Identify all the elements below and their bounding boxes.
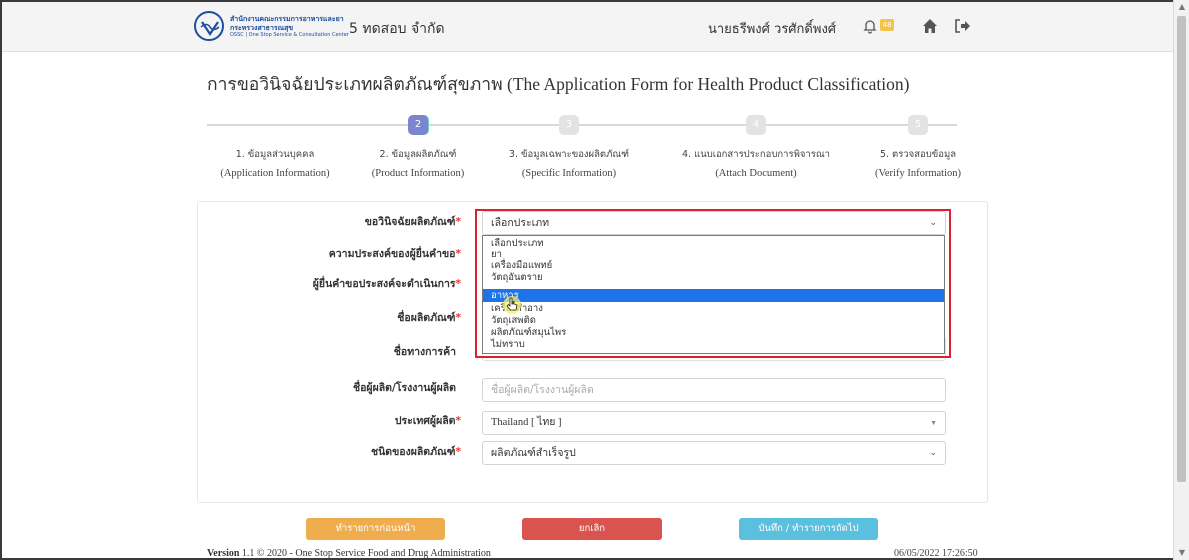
save-next-button[interactable]: บันทึก / ทำรายการถัดไป	[739, 518, 878, 540]
step-4-label-en: (Attach Document)	[715, 168, 797, 179]
vertical-scrollbar[interactable]: ▲ ▼	[1173, 0, 1189, 560]
browser-viewport: สำนักงานคณะกรรมการอาหารและยา กระทรวงสาธา…	[0, 0, 1173, 560]
category-label: ขอวินิจฉัยผลิตภัณฑ์*	[364, 216, 461, 228]
stepper-track	[207, 124, 957, 126]
step-4-indicator[interactable]: 4	[746, 115, 766, 135]
caret-down-icon: ▼	[930, 419, 937, 427]
step-5-label-th: 5. ตรวจสอบข้อมูล	[879, 149, 957, 160]
purpose-label: ความประสงค์ของผู้ยื่นคำขอ*	[328, 248, 461, 260]
step-5-label-en: (Verify Information)	[874, 168, 961, 179]
notification-badge[interactable]: 48	[880, 19, 894, 31]
highlight-box	[475, 209, 951, 358]
cancel-button[interactable]: ยกเลิก	[522, 518, 662, 540]
previous-button[interactable]: ทำรายการก่อนหน้า	[306, 518, 445, 540]
scroll-up-icon[interactable]: ▲	[1174, 0, 1189, 14]
step-4-label-th: 4. แนบเอกสารประกอบการพิจารณา	[682, 149, 830, 160]
logout-icon[interactable]	[953, 18, 971, 34]
chevron-down-icon: ⌄	[929, 448, 937, 458]
hand-cursor-icon	[502, 294, 524, 316]
product-name-label: ชื่อผลิตภัณฑ์*	[397, 312, 461, 324]
step-2-indicator[interactable]: 2	[408, 115, 428, 135]
home-icon[interactable]	[921, 17, 939, 35]
bell-icon[interactable]	[862, 18, 878, 34]
scrollbar-thumb[interactable]	[1177, 16, 1186, 482]
manufacturer-label: ชื่อผู้ผลิต/โรงงานผู้ผลิต	[353, 382, 456, 394]
footer-version: Version 1.1 © 2020 - One Stop Service Fo…	[207, 548, 491, 559]
fda-ossc-logo[interactable]: สำนักงานคณะกรรมการอาหารและยา กระทรวงสาธา…	[194, 11, 349, 43]
product-type-select[interactable]: ผลิตภัณฑ์สำเร็จรูป ⌄	[482, 441, 946, 465]
step-3-indicator[interactable]: 3	[559, 115, 579, 135]
scroll-down-icon[interactable]: ▼	[1174, 546, 1189, 560]
product-type-label: ชนิดของผลิตภัณฑ์*	[370, 446, 461, 458]
action-label: ผู้ยื่นคำขอประสงค์จะดำเนินการ*	[312, 278, 461, 290]
step-3-label-en: (Specific Information)	[521, 168, 617, 179]
top-navbar: สำนักงานคณะกรรมการอาหารและยา กระทรวงสาธา…	[2, 2, 1173, 52]
trade-name-label: ชื่อทางการค้า	[393, 346, 456, 358]
footer-datetime: 06/05/2022 17:26:50	[894, 548, 978, 559]
manufacturer-input[interactable]: ชื่อผู้ผลิต/โรงงานผู้ผลิต	[482, 378, 946, 402]
logo-text-line3: OSSC | One Stop Service & Consultation C…	[230, 32, 349, 38]
page-title: การขอวินิจฉัยประเภทผลิตภัณฑ์สุขภาพ (The …	[207, 74, 910, 94]
country-label: ประเทศผู้ผลิต*	[394, 415, 461, 427]
company-name: 5 ทดสอบ จำกัด	[349, 21, 445, 37]
fda-logo-emblem-icon	[194, 11, 224, 41]
step-3-label-th: 3. ข้อมูลเฉพาะของผลิตภัณฑ์	[508, 149, 630, 160]
user-name[interactable]: นายธรีพงศ์ วรศักดิ์พงศ์	[708, 18, 836, 39]
country-select[interactable]: Thailand [ ไทย ] ▼	[482, 411, 946, 435]
step-5-indicator[interactable]: 5	[908, 115, 928, 135]
